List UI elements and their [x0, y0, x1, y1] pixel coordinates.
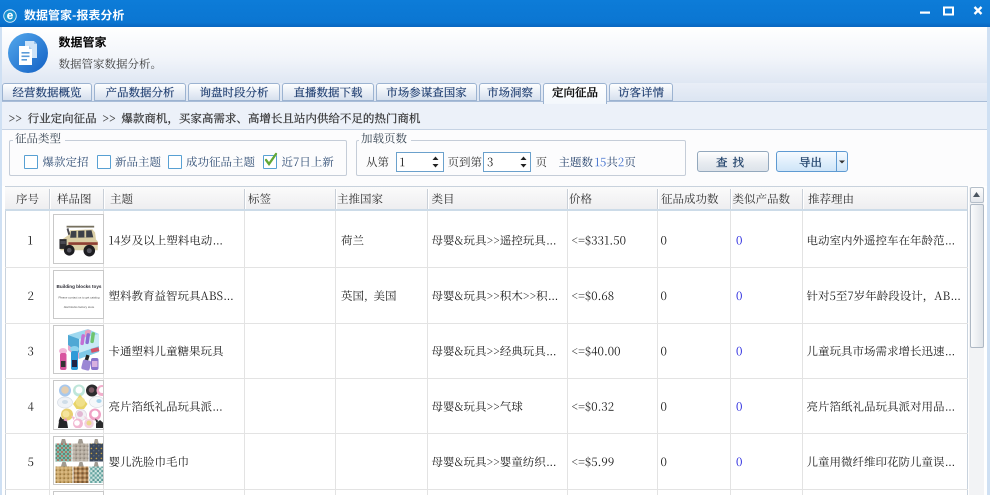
- svg-text:Building blocks toys: Building blocks toys: [56, 284, 101, 289]
- svg-text:Alal blocks factory store: Alal blocks factory store: [63, 305, 94, 309]
- svg-text:Please contact us to get catal: Please contact us to get catalog: [58, 296, 99, 300]
